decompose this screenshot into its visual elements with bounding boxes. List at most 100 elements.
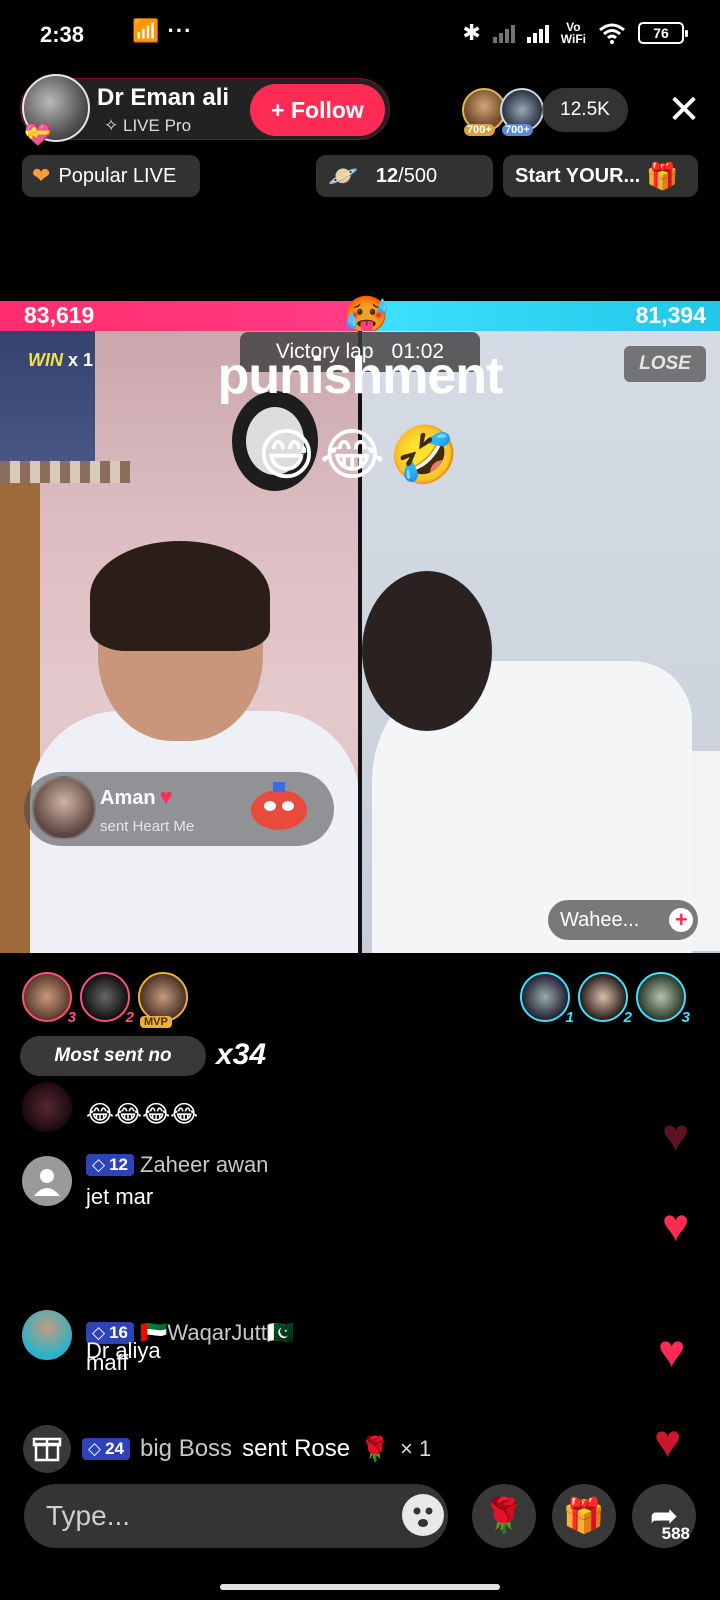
most-sent-count: x34: [216, 1038, 267, 1071]
heart-icon: ♥: [159, 784, 173, 809]
comment-input[interactable]: Type...: [24, 1484, 448, 1548]
chat-username[interactable]: Zaheer awan: [140, 1152, 268, 1178]
level-number: 12: [109, 1155, 128, 1174]
rank-number: 3: [681, 1009, 690, 1026]
toast-sender: Aman: [100, 787, 156, 809]
status-bar: 2:38 📶 ··· ✱ Vo WiFi 76: [0, 0, 720, 72]
toast-name: Aman ♥: [100, 784, 173, 810]
popular-live-pill[interactable]: ❤ Popular LIVE: [22, 155, 200, 197]
emoji-icon[interactable]: [402, 1494, 444, 1536]
gift-message-row: ◇ 24 big Boss sent Rose 🌹 × 1: [22, 1424, 431, 1474]
diamond-icon: ◇: [92, 1155, 106, 1174]
host-name[interactable]: Dr Eman ali: [97, 84, 229, 112]
heart-badge-icon: 💝: [24, 122, 52, 147]
battery-level: 76: [653, 25, 669, 41]
diamond-icon: ◇: [88, 1439, 102, 1458]
sparkle-icon: ✧: [104, 116, 119, 135]
chat-message: jet mar: [86, 1184, 154, 1209]
person-left-hair: [90, 541, 270, 651]
rank-avatar: [636, 972, 686, 1022]
rank-right-2[interactable]: 2: [578, 972, 632, 1026]
level-badge: ◇ 24: [82, 1438, 130, 1460]
chat-message: 😂😂😂😂: [86, 1101, 199, 1128]
gift-text: sent Rose: [242, 1435, 351, 1462]
guest-name: Wahee...: [560, 908, 640, 931]
floating-heart-icon: ♥: [662, 1199, 690, 1251]
toast-avatar[interactable]: [32, 776, 96, 840]
chat-avatar[interactable]: [22, 1156, 72, 1206]
close-icon[interactable]: ✕: [662, 88, 706, 132]
status-icons: ✱ Vo WiFi 76: [462, 20, 688, 46]
person-right-head: [362, 571, 492, 731]
chat-avatar[interactable]: [22, 1082, 72, 1132]
more-dots-icon: 📶 ···: [132, 18, 193, 43]
heart-gift-icon: [251, 782, 307, 830]
status-time: 2:38: [40, 22, 85, 47]
wifi-icon: [599, 23, 625, 44]
gift-sender[interactable]: big Boss: [140, 1435, 232, 1463]
battle-face-icon: 🥵: [344, 294, 389, 335]
chat-avatar[interactable]: [22, 1310, 72, 1360]
goal-current: 12: [375, 164, 399, 187]
level-number: 24: [105, 1439, 124, 1458]
home-indicator[interactable]: [220, 1584, 500, 1590]
goal-total: /500: [398, 164, 438, 187]
rank-right-1[interactable]: 1: [520, 972, 574, 1026]
rank-left-2[interactable]: 2: [80, 972, 134, 1026]
gift-button[interactable]: 🎁: [552, 1484, 616, 1548]
rank-number: 3: [67, 1009, 76, 1026]
rank-left-mvp[interactable]: MVP: [138, 972, 188, 1028]
overlay-emojis: 😅😂🤣: [257, 423, 463, 486]
start-your-pill[interactable]: Start YOUR... 🎁: [503, 155, 698, 197]
signal-icon: [492, 23, 515, 43]
floating-heart-icon: ♥: [654, 1415, 682, 1467]
toast-text: sent Heart Me: [100, 818, 195, 835]
signal-icon-2: [526, 23, 549, 43]
floating-heart-icon: ♥: [658, 1325, 686, 1377]
rose-icon: 🌹: [360, 1435, 391, 1463]
rank-right-3[interactable]: 3: [636, 972, 690, 1026]
rose-gift-button[interactable]: 🌹: [472, 1484, 536, 1548]
score-left: 83,619: [24, 302, 95, 328]
gift-count: × 1: [400, 1436, 432, 1461]
chat-username[interactable]: 🇦🇪WaqarJutt🇵🇰: [140, 1320, 294, 1346]
rank-avatar: [578, 972, 628, 1022]
mvp-badge: MVP: [140, 1016, 172, 1028]
gift-icon: [23, 1425, 71, 1473]
rank-avatar: [138, 972, 188, 1022]
rank-avatar: [520, 972, 570, 1022]
overlay-caption: punishment: [217, 347, 504, 405]
rank-number: 1: [565, 1009, 574, 1026]
guest-name-pill[interactable]: Wahee... +: [548, 900, 698, 940]
score-right: 81,394: [635, 302, 706, 328]
smiley-face: [413, 1507, 433, 1527]
bluetooth-icon: ✱: [462, 20, 481, 45]
popular-live-label: Popular LIVE: [58, 164, 177, 187]
heart-half-icon: ❤: [32, 163, 51, 188]
chat-row: ◇ 12 Zaheer awan: [86, 1152, 268, 1178]
viewer-count[interactable]: 12.5K: [542, 88, 628, 132]
rank-avatar: [22, 972, 72, 1022]
follow-button[interactable]: + Follow: [250, 84, 385, 136]
share-button[interactable]: ➦ 588: [632, 1484, 696, 1548]
rank-number: 2: [125, 1009, 134, 1026]
planet-icon: 🪐: [328, 162, 358, 190]
goal-pill[interactable]: 🪐 12/500: [316, 155, 493, 197]
share-count: 588: [661, 1524, 690, 1543]
gift-box-icon: 🎁: [646, 160, 679, 191]
viewer-badge: 700+: [502, 124, 533, 136]
add-guest-icon[interactable]: +: [669, 908, 694, 932]
rank-avatar: [80, 972, 130, 1022]
most-sent-pill: Most sent no: [20, 1036, 206, 1076]
rank-left-1[interactable]: 3: [22, 972, 76, 1026]
start-your-label: Start YOUR...: [515, 164, 641, 187]
goal-progress: 12/500: [376, 165, 437, 188]
live-pro-label: ✧ LIVE Pro: [104, 116, 191, 136]
viewer-badge: 700+: [464, 124, 495, 136]
top-viewer-2[interactable]: 700+: [500, 88, 544, 136]
level-badge: ◇ 12: [86, 1154, 134, 1176]
floating-heart-icon: ♥: [662, 1109, 690, 1161]
live-pro-text: LIVE Pro: [122, 116, 192, 135]
chat-message-overlap: Dr aliya: [86, 1338, 161, 1363]
vowifi-label: Vo WiFi: [560, 20, 586, 46]
